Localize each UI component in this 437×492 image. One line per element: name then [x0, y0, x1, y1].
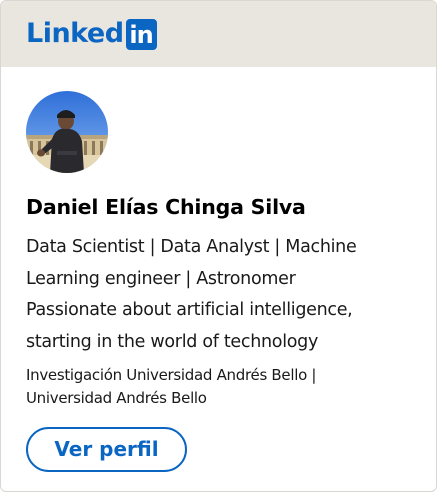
profile-headline: Data Scientist | Data Analyst | Machine … — [26, 232, 411, 358]
linkedin-logo-word: Linked — [26, 18, 124, 49]
badge-header: Linked in — [1, 1, 436, 67]
headline-line: starting in the world of technology — [26, 331, 319, 352]
avatar[interactable] — [26, 91, 108, 173]
badge-body: Daniel Elías Chinga Silva Data Scientist… — [1, 67, 436, 472]
view-profile-button[interactable]: Ver perfil — [26, 427, 187, 472]
linkedin-logo[interactable]: Linked in — [26, 18, 157, 50]
headline-line: Passionate about artificial intelligence… — [26, 300, 353, 320]
organization-line: Universidad Andrés Bello — [26, 388, 207, 407]
headline-line: Data Scientist | Data Analyst | Machine — [26, 237, 357, 257]
profile-name[interactable]: Daniel Elías Chinga Silva — [26, 192, 411, 222]
headline-line: Learning engineer | Astronomer — [26, 268, 296, 289]
profile-badge-card: Linked in Daniel Elías Chinga Silva Data… — [0, 0, 437, 492]
linkedin-logo-box: in — [125, 18, 157, 50]
organization-line: Investigación Universidad Andrés Bello | — [26, 366, 317, 384]
profile-organization: Investigación Universidad Andrés Bello |… — [26, 364, 411, 409]
